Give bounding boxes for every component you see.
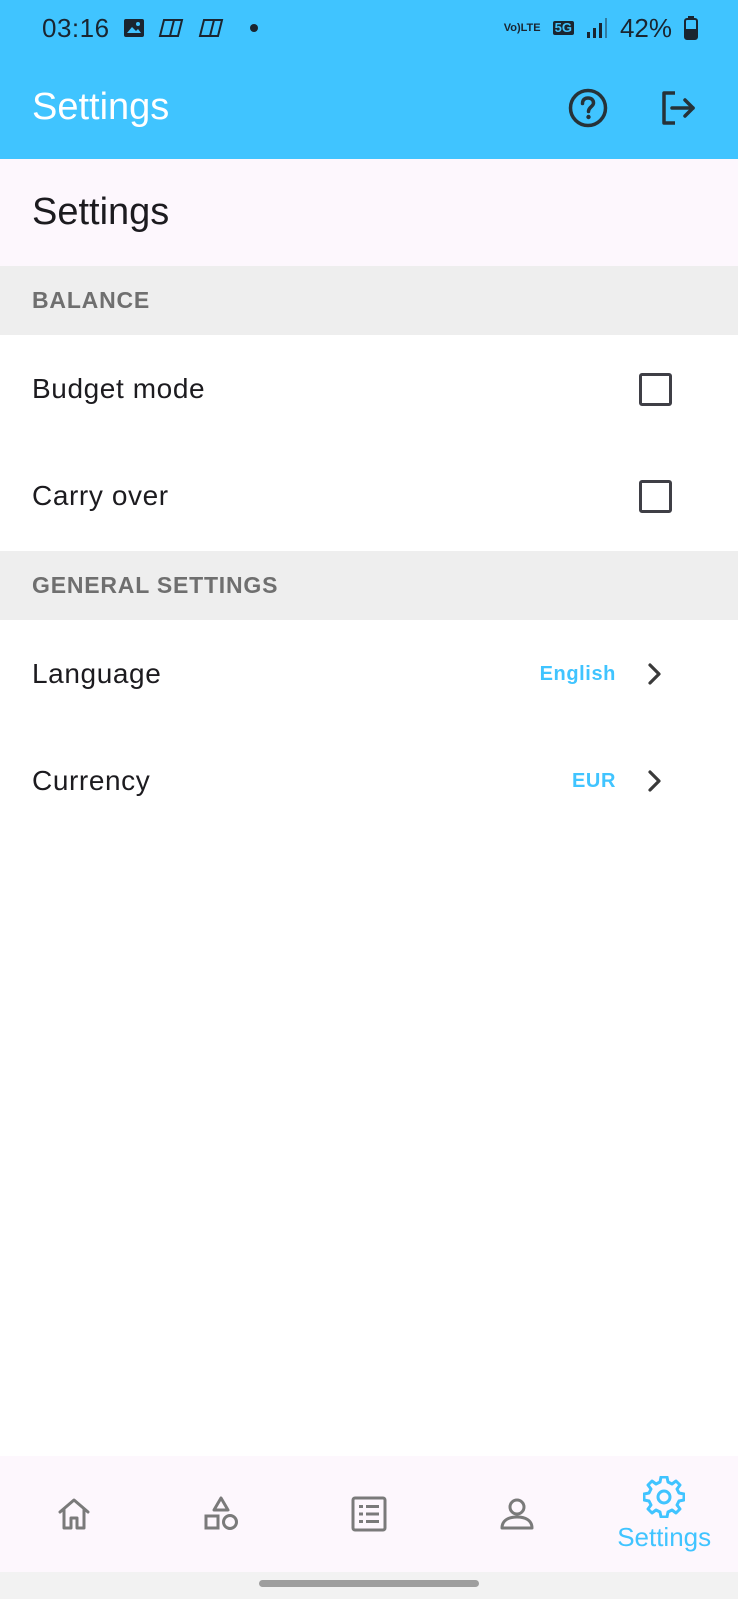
language-value: English <box>539 662 616 685</box>
app-notification-icon <box>158 16 186 40</box>
budget-mode-label: Budget mode <box>32 373 206 404</box>
page-title: Settings <box>32 191 170 233</box>
section-header-balance: BALANCE <box>0 266 738 335</box>
settings-screen: 03:16 Vo) LTE 5G 42% Settings Settings B… <box>0 0 738 1599</box>
budget-mode-row[interactable]: Budget mode <box>0 336 738 442</box>
battery-percent: 42% <box>619 12 672 43</box>
currency-label: Currency <box>32 765 151 796</box>
bottom-navigation: Settings <box>0 1456 738 1572</box>
more-notifications-dot <box>249 24 258 32</box>
page-heading: Settings <box>0 159 738 266</box>
nav-categories[interactable] <box>148 1456 296 1572</box>
status-time: 03:16 <box>42 12 110 43</box>
battery-icon <box>684 16 698 40</box>
chevron-right-icon <box>642 662 666 686</box>
language-label: Language <box>32 658 162 689</box>
categories-icon <box>204 1496 239 1530</box>
app-notification-icon-2 <box>198 16 226 40</box>
network-type-icon: 5G <box>552 20 574 35</box>
volte-top: Vo) <box>503 21 521 34</box>
list-icon <box>351 1496 387 1532</box>
status-left: 03:16 <box>42 13 258 44</box>
nav-profile[interactable] <box>443 1456 591 1572</box>
gallery-notification-icon <box>122 16 146 40</box>
signal-icon <box>586 17 608 39</box>
currency-row[interactable]: Currency EUR <box>0 728 738 834</box>
nav-settings[interactable]: Settings <box>590 1456 738 1572</box>
budget-mode-checkbox[interactable] <box>639 372 672 406</box>
volte-icon: Vo) LTE <box>503 21 541 34</box>
status-right: Vo) LTE 5G 42% <box>504 13 698 44</box>
app-bar-actions <box>560 80 706 136</box>
volte-bottom: LTE <box>520 21 541 34</box>
home-indicator[interactable] <box>259 1580 479 1587</box>
app-bar-title: Settings <box>32 86 170 128</box>
nav-list[interactable] <box>295 1456 443 1572</box>
status-bar: 03:16 Vo) LTE 5G 42% <box>0 0 738 56</box>
language-row[interactable]: Language English <box>0 621 738 727</box>
carry-over-checkbox[interactable] <box>639 479 672 513</box>
carry-over-row[interactable]: Carry over <box>0 443 738 549</box>
section-header-general: GENERAL SETTINGS <box>0 551 738 620</box>
gear-icon <box>643 1475 686 1518</box>
nav-home[interactable] <box>0 1456 148 1572</box>
nav-settings-label: Settings <box>617 1521 712 1552</box>
logout-icon <box>662 90 695 125</box>
currency-value: EUR <box>571 769 616 792</box>
logout-button[interactable] <box>650 80 706 136</box>
help-button[interactable] <box>560 80 616 136</box>
carry-over-label: Carry over <box>32 480 169 511</box>
home-icon <box>58 1498 90 1530</box>
chevron-right-icon <box>642 769 666 793</box>
app-bar: Settings <box>0 56 738 159</box>
help-icon <box>568 88 608 127</box>
profile-icon <box>500 1498 534 1530</box>
